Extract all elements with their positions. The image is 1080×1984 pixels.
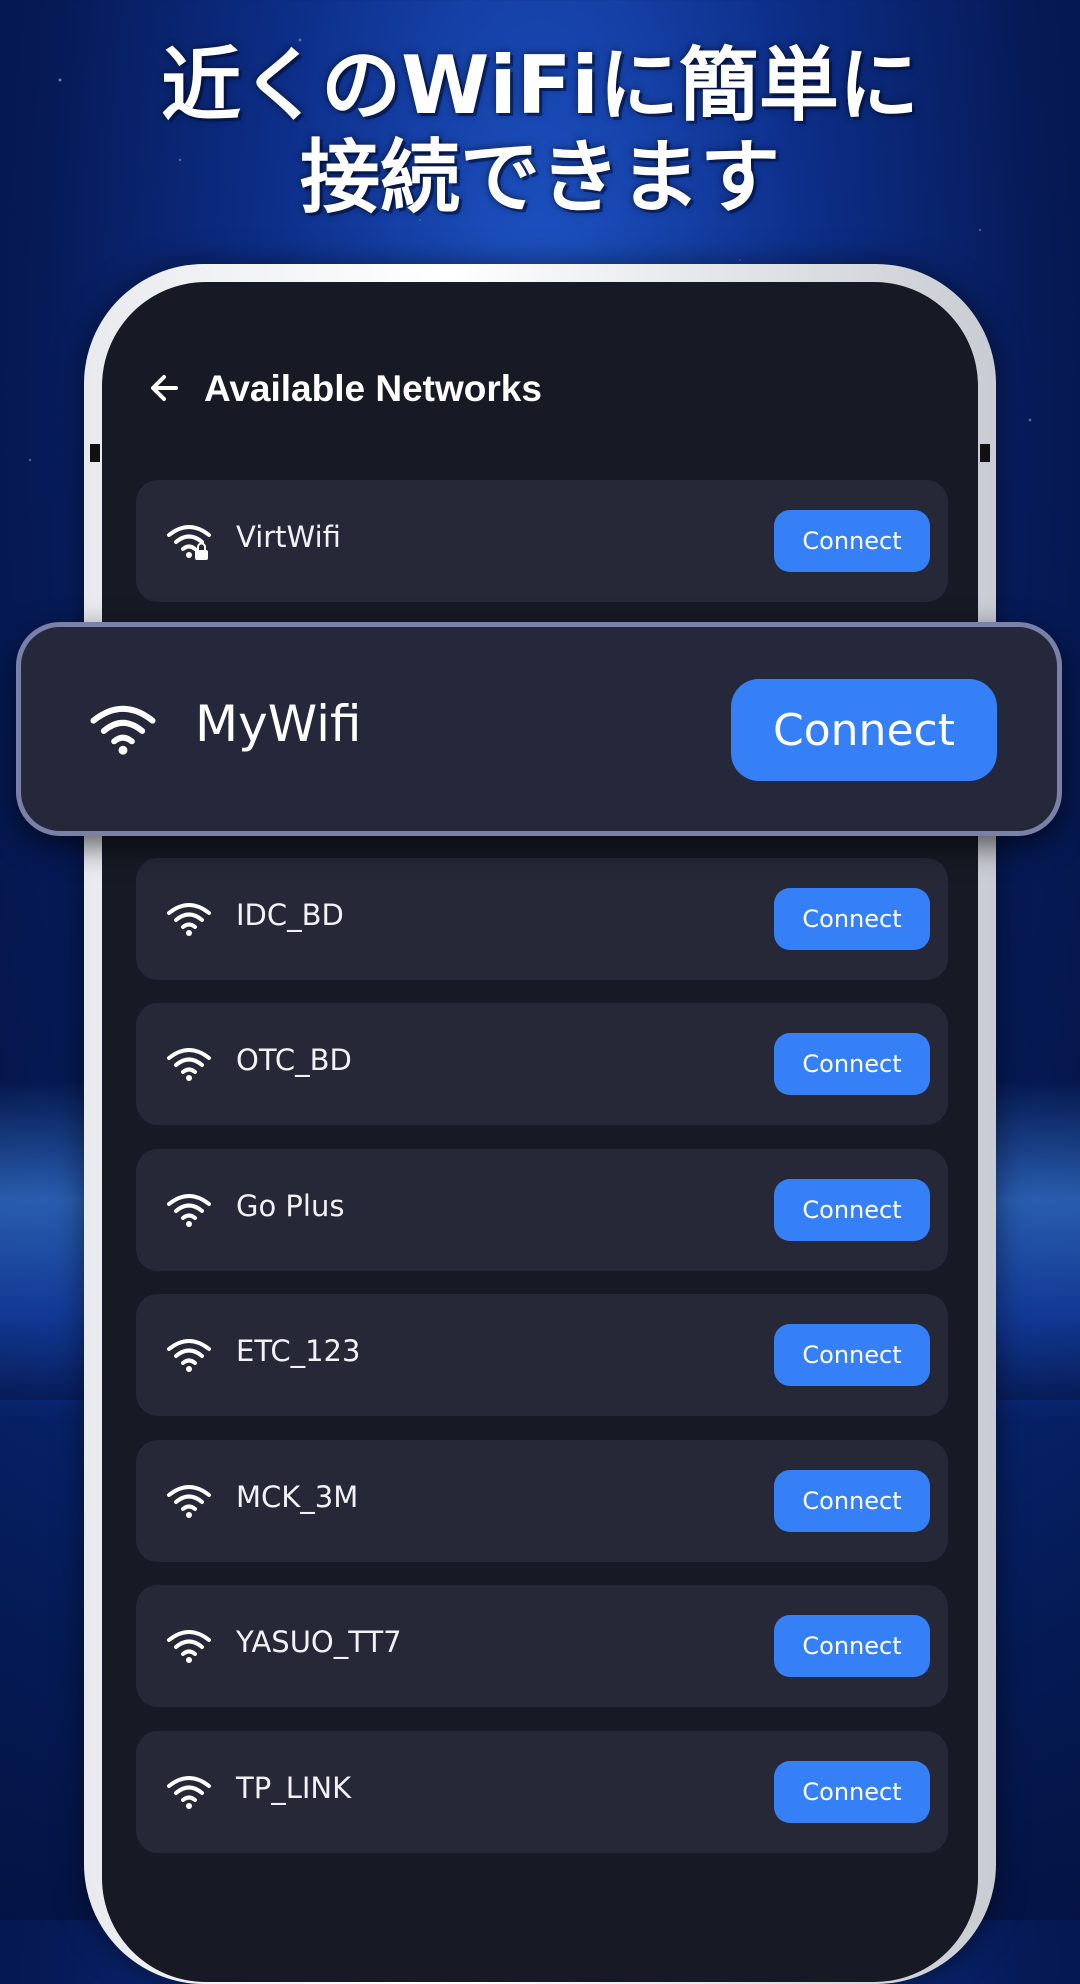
connect-button[interactable]: Connect: [774, 1761, 930, 1823]
connect-button[interactable]: Connect: [774, 1324, 930, 1386]
wifi-icon: [167, 1485, 211, 1518]
phone-screen: Available Networks VirtWifi Connect IDC_…: [102, 282, 978, 1982]
connect-button[interactable]: Connect: [774, 1615, 930, 1677]
app-bar: Available Networks: [102, 342, 978, 442]
list-item[interactable]: MCK_3M Connect: [136, 1440, 948, 1562]
phone-side-button: [90, 444, 100, 462]
network-name: IDC_BD: [236, 898, 344, 932]
back-button[interactable]: [140, 362, 192, 414]
featured-network-card[interactable]: MyWifi Connect: [16, 622, 1062, 836]
connect-button[interactable]: Connect: [731, 679, 997, 781]
page-title: Available Networks: [204, 368, 542, 409]
network-name: MyWifi: [195, 695, 362, 753]
list-item[interactable]: OTC_BD Connect: [136, 1003, 948, 1125]
network-name: ETC_123: [236, 1334, 361, 1368]
connect-button[interactable]: Connect: [774, 888, 930, 950]
wifi-icon: [167, 1776, 211, 1809]
list-item[interactable]: YASUO_TT7 Connect: [136, 1585, 948, 1707]
wifi-icon: [167, 1630, 211, 1663]
wifi-icon: [167, 1339, 211, 1372]
headline-line-2: 接続できます: [300, 131, 780, 224]
network-name: TP_LINK: [236, 1771, 352, 1805]
network-name: OTC_BD: [236, 1043, 352, 1077]
connect-button[interactable]: Connect: [774, 1033, 930, 1095]
phone-side-button: [980, 444, 990, 462]
network-name: VirtWifi: [236, 520, 341, 554]
network-name: YASUO_TT7: [236, 1625, 402, 1659]
network-name: MCK_3M: [236, 1480, 359, 1514]
list-item[interactable]: IDC_BD Connect: [136, 858, 948, 980]
connect-button[interactable]: Connect: [774, 510, 930, 572]
list-item[interactable]: Go Plus Connect: [136, 1149, 948, 1271]
wifi-icon: [90, 706, 156, 755]
promo-headline: 近くのWiFiに簡単に 接続できます: [0, 40, 1080, 224]
wifi-icon: [167, 1194, 211, 1227]
network-name: Go Plus: [236, 1189, 345, 1223]
connect-button[interactable]: Connect: [774, 1179, 930, 1241]
wifi-icon: [167, 903, 211, 936]
wifi-icon: [167, 1048, 211, 1081]
arrow-left-icon: [151, 375, 178, 401]
connect-button[interactable]: Connect: [774, 1470, 930, 1532]
wifi-lock-icon: [167, 525, 211, 560]
list-item[interactable]: ETC_123 Connect: [136, 1294, 948, 1416]
list-item[interactable]: VirtWifi Connect: [136, 480, 948, 602]
headline-line-1: 近くのWiFiに簡単に: [161, 39, 919, 132]
list-item[interactable]: TP_LINK Connect: [136, 1731, 948, 1853]
